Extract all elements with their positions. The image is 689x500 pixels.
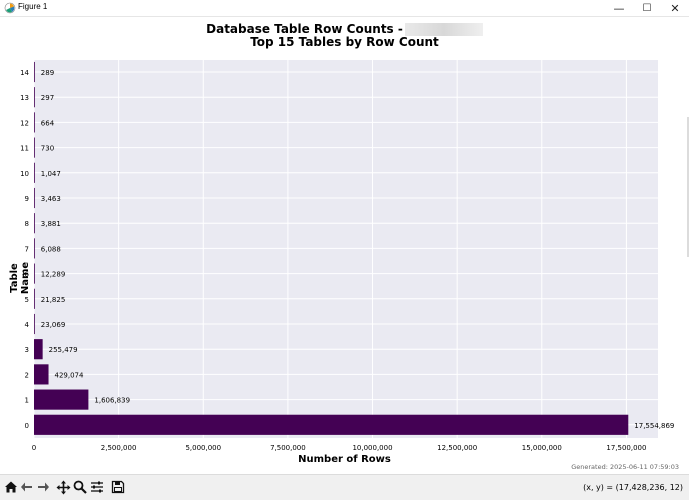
y-tick-label: 13 [20,94,29,102]
y-tick-label: 1 [25,397,29,405]
back-arrow-icon[interactable] [19,479,35,495]
bar [34,137,35,158]
bar-value-label: 289 [41,69,54,77]
cursor-coordinates: (x, y) = (17,428,236, 12) [583,483,683,492]
navigation-toolbar: (x, y) = (17,428,236, 12) [0,474,689,500]
bar-value-label: 255,479 [49,346,78,354]
bar-value-label: 3,881 [41,220,61,228]
x-tick-label: 0 [32,444,36,452]
bar [34,238,35,259]
bar-value-label: 664 [41,119,55,127]
x-tick-label: 5,000,000 [185,444,221,452]
bar-value-label: 297 [41,94,54,102]
y-tick-label: 3 [25,346,29,354]
bar [34,162,35,183]
y-tick-label: 14 [20,69,29,77]
bar-value-label: 21,825 [41,296,66,304]
bar [34,87,35,108]
bar-value-label: 1,047 [41,170,61,178]
bar [34,288,35,309]
close-button[interactable]: ✕ [661,0,689,16]
y-tick-label: 11 [20,145,29,153]
x-tick-label: 2,500,000 [101,444,137,452]
forward-arrow-icon[interactable] [35,479,51,495]
bar [34,364,49,385]
bar-value-label: 23,069 [41,321,66,329]
generated-timestamp: Generated: 2025-06-11 07:59:03 [571,463,679,471]
y-tick-label: 4 [25,321,30,329]
bar-chart: 17,554,869 0 1,606,839 1 429,074 2 255,479 3 23,… [20,60,674,452]
bar [34,339,43,360]
maximize-button[interactable]: ☐ [633,0,661,16]
configure-subplots-icon[interactable] [89,479,105,495]
y-tick-label: 10 [20,170,29,178]
matplotlib-logo-icon [4,2,16,14]
y-tick-label: 2 [25,371,29,379]
bar-value-label: 17,554,869 [634,422,674,430]
y-axis-label: Table Name [9,261,31,295]
bar [34,389,89,410]
y-tick-label: 8 [25,220,29,228]
bar [34,61,35,83]
bar [34,112,35,133]
bar-value-label: 12,289 [41,271,66,279]
pan-icon[interactable] [55,479,71,495]
bar-value-label: 1,606,839 [94,397,130,405]
x-tick-label: 12,500,000 [437,444,477,452]
bar [34,414,629,435]
y-tick-label: 0 [25,422,29,430]
x-tick-label: 10,000,000 [352,444,392,452]
zoom-icon[interactable] [72,479,88,495]
bar-value-label: 3,463 [41,195,61,203]
bar [34,213,35,234]
bar [34,313,35,335]
y-tick-label: 9 [25,195,29,203]
bar [34,187,35,209]
bar-value-label: 6,088 [41,245,61,253]
x-tick-label: 7,500,000 [270,444,306,452]
x-tick-label: 17,500,000 [606,444,646,452]
window-title: Figure 1 [18,2,48,11]
bar-value-label: 730 [41,145,54,153]
save-icon[interactable] [110,479,126,495]
bar-value-label: 429,074 [55,371,84,379]
minimize-button[interactable]: — [605,0,633,16]
bar [34,263,35,284]
home-icon[interactable] [3,479,19,495]
x-tick-label: 15,000,000 [522,444,562,452]
y-tick-label: 12 [20,119,29,127]
figure-canvas[interactable]: Database Table Row Counts - Top 15 Table… [0,17,689,473]
window-titlebar: Figure 1 — ☐ ✕ [0,0,689,17]
